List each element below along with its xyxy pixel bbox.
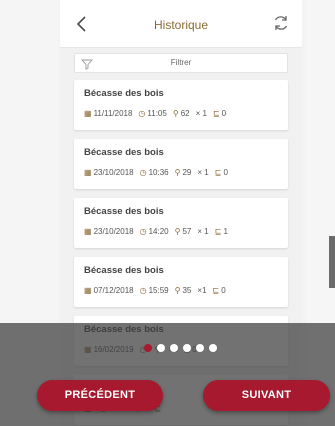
clock-icon: ◷	[139, 227, 147, 236]
entry-time: 15:59	[148, 286, 169, 295]
pagination-dot	[144, 344, 152, 352]
entry-location: 62	[180, 109, 190, 118]
entry-dog: 1	[223, 227, 228, 236]
entry-date: 11/11/2018	[93, 109, 133, 118]
entry-count: × 1	[195, 109, 207, 118]
entry-dog: 0	[221, 109, 227, 118]
next-button[interactable]: SUIVANT	[203, 380, 330, 411]
history-card[interactable]: Bécasse des bois ▦ 23/10/2018 ◷ 14:20 ⚲ …	[74, 198, 288, 248]
dog-icon: ⊑	[214, 227, 222, 236]
calendar-icon: ▦	[84, 286, 92, 295]
calendar-icon: ▦	[84, 168, 92, 177]
card-meta: ▦ 23/10/2018 ◷ 14:20 ⚲ 57 × 1 ⊑ 1	[84, 227, 228, 236]
background-stripe	[329, 236, 335, 288]
header-bar: Historique	[60, 0, 302, 48]
species-name: Bécasse des bois	[84, 206, 164, 217]
page-title: Historique	[153, 18, 209, 32]
location-pin-icon: ⚲	[174, 227, 181, 236]
location-pin-icon: ⚲	[172, 109, 179, 118]
history-card[interactable]: Bécasse des bois ▦ 11/11/2018 ◷ 11:05 ⚲ …	[74, 80, 288, 130]
species-name: Bécasse des bois	[84, 88, 164, 99]
pagination-dot	[209, 344, 217, 352]
card-meta: ▦ 23/10/2018 ◷ 10:36 ⚲ 29 × 1 ⊑ 0	[84, 168, 228, 177]
entry-count: ×1	[197, 286, 207, 295]
entry-location: 29	[182, 168, 192, 177]
clock-icon: ◷	[139, 168, 147, 177]
calendar-icon: ▦	[84, 227, 92, 236]
previous-button[interactable]: PRÉCÉDENT	[37, 380, 163, 411]
pagination-dot	[196, 344, 204, 352]
pagination-dots	[144, 344, 217, 352]
dog-icon: ⊑	[212, 109, 220, 118]
clock-icon: ◷	[138, 109, 146, 118]
entry-count: × 1	[197, 227, 209, 236]
card-meta: ▦ 11/11/2018 ◷ 11:05 ⚲ 62 × 1 ⊑ 0	[84, 109, 226, 118]
entry-dog: 0	[223, 168, 228, 177]
card-meta: ▦ 07/12/2018 ◷ 15:59 ⚲ 35 ×1 ⊑ 0	[84, 286, 226, 295]
entry-date: 23/10/2018	[93, 227, 134, 236]
pagination-dot	[183, 344, 191, 352]
clock-icon: ◷	[139, 286, 147, 295]
entry-location: 35	[182, 286, 192, 295]
location-pin-icon: ⚲	[174, 168, 181, 177]
entry-time: 10:36	[148, 168, 169, 177]
entry-date: 07/12/2018	[93, 286, 134, 295]
filter-bar[interactable]: Filtrer	[74, 53, 288, 73]
dog-icon: ⊑	[212, 286, 220, 295]
entry-time: 11:05	[147, 109, 167, 118]
entry-date: 23/10/2018	[93, 168, 134, 177]
dog-icon: ⊑	[214, 168, 222, 177]
history-card[interactable]: Bécasse des bois ▦ 23/10/2018 ◷ 10:36 ⚲ …	[74, 139, 288, 189]
entry-count: × 1	[197, 168, 209, 177]
calendar-icon: ▦	[84, 109, 92, 118]
entry-time: 14:20	[148, 227, 169, 236]
filter-label: Filtrer	[170, 58, 192, 67]
entry-location: 57	[182, 227, 192, 236]
refresh-icon[interactable]	[272, 14, 290, 32]
species-name: Bécasse des bois	[84, 265, 164, 276]
species-name: Bécasse des bois	[84, 147, 164, 158]
pagination-dot	[170, 344, 178, 352]
entry-dog: 0	[221, 286, 226, 295]
pagination-dot	[157, 344, 165, 352]
history-card[interactable]: Bécasse des bois ▦ 07/12/2018 ◷ 15:59 ⚲ …	[74, 257, 288, 307]
location-pin-icon: ⚲	[174, 286, 181, 295]
